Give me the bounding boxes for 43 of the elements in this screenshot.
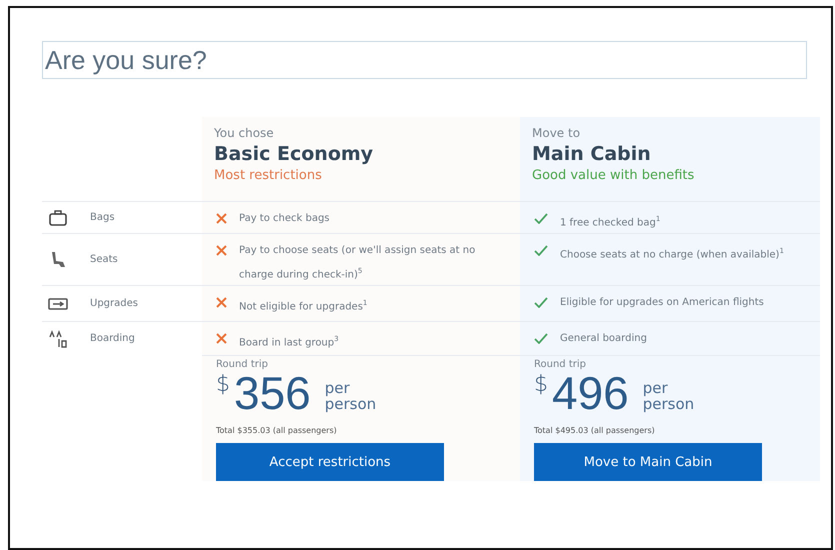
- currency-symbol: $: [216, 372, 230, 397]
- feature-text: Eligible for upgrades on American flights: [560, 296, 764, 310]
- row-label: Boarding: [90, 333, 135, 344]
- price-amount: 356: [234, 370, 311, 416]
- person-text: person: [324, 396, 376, 412]
- cross-icon: [216, 245, 227, 256]
- check-icon: [534, 297, 548, 308]
- feature-text: 1 free checked bag$^{1}$: [560, 214, 660, 230]
- total-price: Total $355.03 (all passengers): [216, 426, 338, 435]
- feature-text: General boarding: [560, 332, 647, 346]
- row-label: Upgrades: [90, 298, 138, 309]
- fare-name: Basic Economy: [214, 143, 374, 165]
- fare-name: Main Cabin: [532, 143, 652, 165]
- check-icon: [534, 245, 548, 256]
- boarding-icon: [48, 328, 68, 348]
- page-title: Are you sure?: [42, 41, 807, 79]
- currency-symbol: $: [534, 372, 548, 397]
- fare-tagline: Most restrictions: [214, 168, 323, 183]
- price-amount: 496: [552, 370, 629, 416]
- fare-button[interactable]: Accept restrictions: [216, 443, 444, 481]
- feature-text: Not eligible for upgrades$^{1}$: [239, 298, 368, 314]
- feature-text: Pay to check bags: [239, 212, 330, 226]
- fare-button[interactable]: Move to Main Cabin: [534, 443, 762, 481]
- row-label: Seats: [90, 254, 118, 265]
- per-text: per: [642, 380, 669, 396]
- cross-icon: [216, 333, 227, 344]
- option-kicker: You chose: [214, 126, 275, 140]
- fare-tagline: Good value with benefits: [532, 168, 696, 183]
- total-price: Total $495.03 (all passengers): [534, 426, 656, 435]
- feature-text: Board in last group$^{3}$: [239, 334, 339, 350]
- trip-type: Round trip: [534, 359, 587, 370]
- per-text: per: [324, 380, 351, 396]
- person-text: person: [642, 396, 694, 412]
- feature-text: Choose seats at no charge (when available)$^{1}$: [560, 246, 784, 262]
- option-kicker: Move to: [532, 126, 582, 140]
- cross-icon: [216, 297, 227, 308]
- suitcase-icon: [48, 208, 68, 228]
- feature-text: Pay to choose seats (or we'll assign seats at no charge during check-in)$^{5}$: [239, 244, 476, 282]
- cross-icon: [216, 213, 227, 224]
- trip-type: Round trip: [216, 359, 269, 370]
- check-icon: [534, 213, 548, 224]
- check-icon: [534, 333, 548, 344]
- row-label: Bags: [90, 212, 115, 223]
